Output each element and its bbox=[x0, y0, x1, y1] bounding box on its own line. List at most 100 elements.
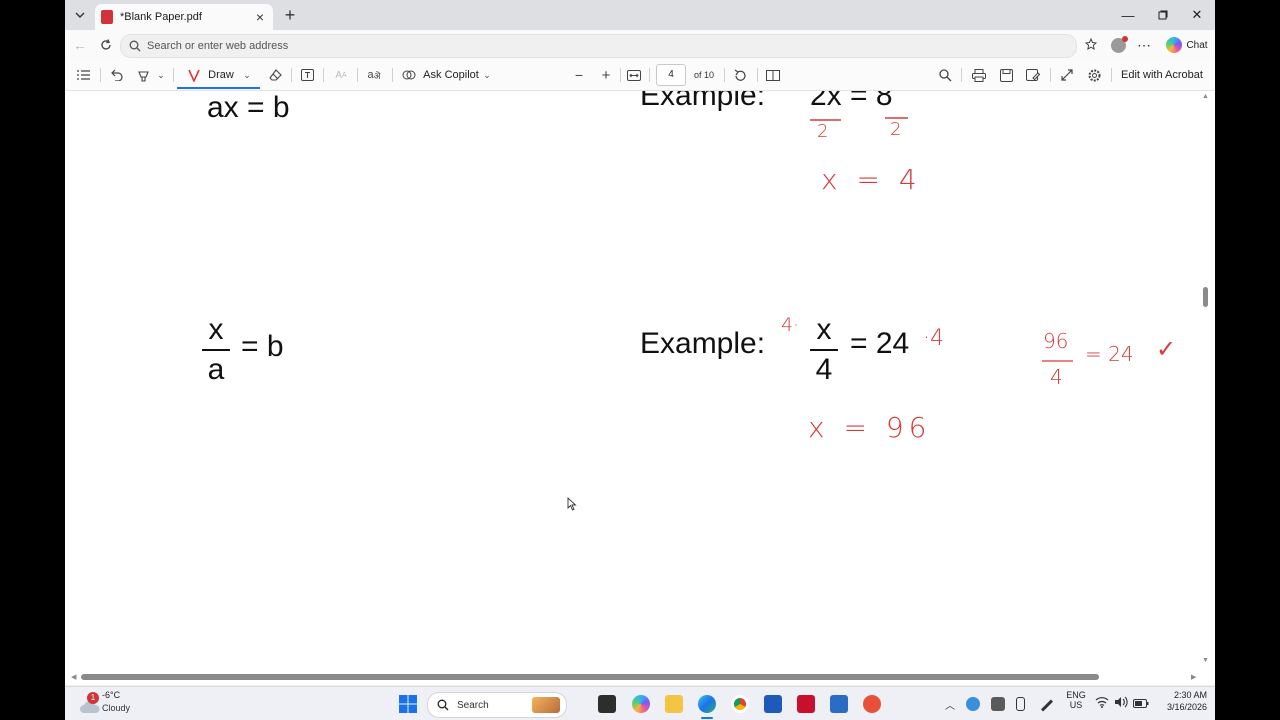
file-explorer-icon[interactable] bbox=[665, 695, 683, 713]
tab-actions-menu[interactable] bbox=[69, 5, 91, 25]
ink-check-fraction-bar bbox=[1042, 360, 1073, 362]
divider bbox=[724, 68, 725, 82]
paint-app-icon[interactable] bbox=[863, 695, 881, 713]
refresh-button[interactable] bbox=[97, 36, 115, 54]
address-bar[interactable]: Search or enter web address bbox=[120, 34, 1077, 58]
maximize-button[interactable] bbox=[1146, 0, 1180, 30]
star-plus-icon bbox=[1085, 38, 1098, 50]
settings-button[interactable] bbox=[1086, 67, 1102, 83]
windows-logo-icon bbox=[399, 695, 417, 713]
copilot-app-icon[interactable] bbox=[632, 695, 650, 713]
weather-desc: Cloudy bbox=[102, 703, 131, 713]
add-text-button[interactable] bbox=[299, 67, 315, 83]
taskbar-search[interactable]: Search bbox=[427, 692, 567, 718]
clock[interactable]: 2:30 AM 3/16/2026 bbox=[1157, 690, 1207, 712]
divider bbox=[1050, 68, 1051, 82]
ink-check-numerator: 96 bbox=[1043, 329, 1069, 353]
whiteboard-app-icon[interactable] bbox=[830, 695, 848, 713]
weather-widget[interactable]: 1 bbox=[79, 692, 101, 714]
ink-divide-right: 2 bbox=[890, 119, 902, 140]
fraction-bar bbox=[810, 349, 838, 351]
wifi-icon bbox=[1095, 697, 1109, 708]
microphone-icon[interactable] bbox=[1016, 697, 1025, 711]
more-options-button[interactable]: ⋯ bbox=[1135, 36, 1153, 54]
notification-dot bbox=[1121, 35, 1128, 42]
windows-taskbar: 1 -6°C Cloudy Search ︿ ENG US 2:30 AM 3/… bbox=[65, 686, 1215, 720]
sync-app-icon[interactable] bbox=[991, 697, 1005, 711]
start-button[interactable] bbox=[399, 695, 417, 713]
fraction-bar bbox=[202, 349, 230, 351]
vertical-scrollbar[interactable]: ▲ ▼ bbox=[1201, 91, 1211, 671]
volume-status[interactable] bbox=[1114, 696, 1128, 711]
contents-button[interactable] bbox=[75, 67, 91, 83]
scroll-down-arrow-icon[interactable]: ▼ bbox=[1202, 657, 1209, 664]
ask-copilot-icon[interactable] bbox=[401, 67, 417, 83]
rotate-button[interactable] bbox=[732, 67, 748, 83]
find-button[interactable] bbox=[937, 67, 953, 83]
read-aloud-button[interactable]: aऄ bbox=[365, 67, 383, 83]
pdf-file-icon bbox=[101, 10, 113, 24]
minimize-button[interactable]: — bbox=[1111, 0, 1145, 30]
vertical-scroll-thumb[interactable] bbox=[1203, 287, 1208, 307]
edge-browser-icon[interactable] bbox=[698, 695, 716, 713]
profile-button[interactable] bbox=[1109, 35, 1128, 54]
navigation-bar: ← Search or enter web address ⋯ Chat bbox=[65, 30, 1215, 60]
search-icon bbox=[938, 68, 951, 81]
list-icon bbox=[76, 70, 90, 80]
page-view-button[interactable] bbox=[765, 67, 781, 83]
divider bbox=[100, 68, 101, 82]
print-button[interactable] bbox=[971, 67, 987, 83]
text-options-button[interactable]: AA bbox=[332, 67, 350, 83]
zoom-out-button[interactable]: − bbox=[572, 67, 586, 83]
erase-button[interactable] bbox=[267, 67, 283, 83]
microsoft-store-icon[interactable] bbox=[764, 695, 782, 713]
new-tab-button[interactable]: + bbox=[280, 5, 300, 25]
example-2-rhs: = 24 bbox=[850, 327, 910, 360]
chrome-browser-icon[interactable] bbox=[731, 695, 749, 713]
mcafee-icon[interactable] bbox=[797, 695, 815, 713]
fit-to-page-button[interactable] bbox=[626, 67, 642, 83]
pdf-page[interactable]: ax = b Example: 2x = 8 2 2 x = 4 x a = b… bbox=[65, 91, 1215, 685]
ink-solution-2: x = 96 bbox=[808, 411, 932, 444]
onedrive-icon[interactable] bbox=[966, 697, 980, 711]
close-window-button[interactable]: ✕ bbox=[1180, 0, 1214, 30]
pdf-toolbar: ⌄ Draw ⌄ AA aऄ Ask Copilot ⌄ − + 4 of 10… bbox=[65, 60, 1215, 91]
draw-options-chevron-icon[interactable]: ⌄ bbox=[241, 67, 253, 83]
save-button[interactable] bbox=[998, 67, 1014, 83]
back-button[interactable]: ← bbox=[71, 36, 89, 54]
highlight-button[interactable] bbox=[135, 67, 151, 83]
tab-blank-paper[interactable]: *Blank Paper.pdf × bbox=[95, 4, 273, 30]
tab-close-icon[interactable]: × bbox=[256, 10, 264, 24]
pen-tray-icon[interactable] bbox=[1040, 699, 1054, 712]
show-hidden-icons-button[interactable]: ︿ bbox=[945, 697, 955, 712]
ask-copilot-chevron-icon[interactable]: ⌄ bbox=[481, 67, 493, 83]
highlight-options-button[interactable]: ⌄ bbox=[155, 67, 167, 83]
page-number-input[interactable]: 4 bbox=[656, 64, 686, 86]
tab-title: *Blank Paper.pdf bbox=[120, 11, 202, 23]
save-as-button[interactable] bbox=[1025, 67, 1041, 83]
undo-icon bbox=[110, 69, 123, 81]
network-status[interactable] bbox=[1095, 696, 1109, 711]
zoom-in-button[interactable]: + bbox=[599, 67, 613, 84]
fit-width-icon bbox=[627, 69, 641, 81]
battery-icon bbox=[1133, 699, 1149, 708]
divider bbox=[392, 68, 393, 82]
horizontal-scroll-thumb[interactable] bbox=[81, 674, 1099, 680]
copilot-chat-button[interactable]: Chat bbox=[1163, 36, 1211, 54]
divider bbox=[357, 68, 358, 82]
battery-status[interactable] bbox=[1133, 698, 1149, 712]
language-indicator[interactable]: ENG US bbox=[1066, 690, 1086, 710]
mouse-cursor-icon bbox=[567, 497, 577, 511]
copilot-icon bbox=[1166, 37, 1183, 53]
fullscreen-button[interactable] bbox=[1059, 67, 1075, 83]
undo-button[interactable] bbox=[108, 67, 124, 83]
task-view-icon[interactable] bbox=[598, 695, 616, 713]
horizontal-scrollbar[interactable]: ◀ ▶ bbox=[71, 671, 1207, 683]
example-1-equation: 2x = 8 bbox=[810, 91, 893, 112]
edit-with-acrobat-button[interactable]: Edit with Acrobat bbox=[1119, 67, 1205, 83]
favorites-button[interactable] bbox=[1083, 36, 1101, 54]
scroll-up-arrow-icon[interactable]: ▲ bbox=[1202, 93, 1209, 100]
ask-copilot-label[interactable]: Ask Copilot bbox=[422, 67, 480, 83]
scroll-right-arrow-icon[interactable]: ▶ bbox=[1191, 673, 1196, 681]
scroll-left-arrow-icon[interactable]: ◀ bbox=[71, 673, 76, 681]
